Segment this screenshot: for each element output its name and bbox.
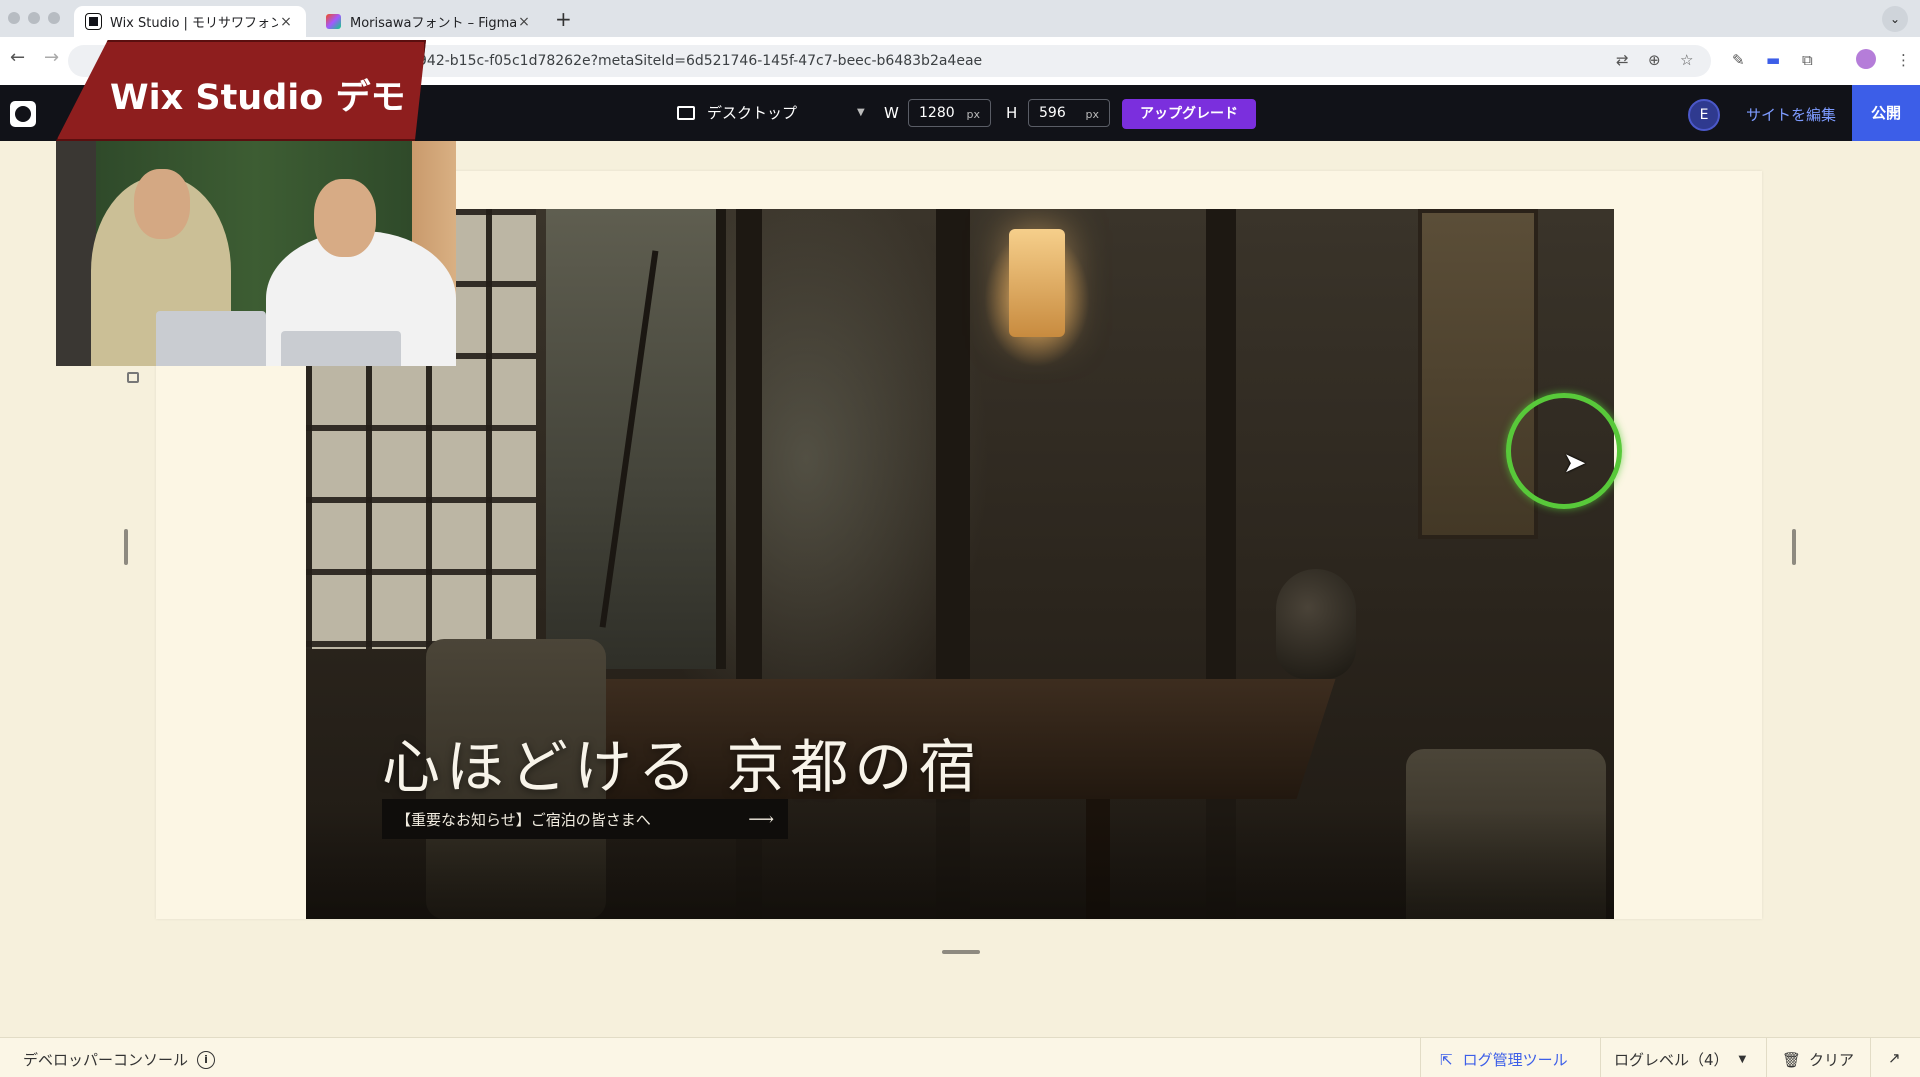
hero-title[interactable]: 心ほどける 京都の宿 [382,720,982,804]
bookmark-star-icon[interactable]: ☆ [1680,51,1693,69]
device-label: デスクトップ [707,104,798,122]
console-title-label: デベロッパーコンソール [23,1051,189,1069]
more-icon[interactable]: ⋮ [1896,51,1911,69]
width-input[interactable]: 1280 px [908,99,991,127]
garden-window-image [546,209,726,669]
trash-icon: 🗑 [1782,1050,1802,1069]
wix-logo-icon[interactable] [10,101,36,127]
puzzle-icon[interactable]: ⧉ [1802,51,1813,69]
width-unit: px [966,108,981,121]
hero-section[interactable]: 心ほどける 京都の宿 【重要なお知らせ】ご宿泊の皆さまへ ⟶ [306,209,1614,919]
device-selector[interactable]: デスクトップ ▼ [677,102,865,123]
demo-banner-title: Wix Studio デモ [110,78,406,118]
section-edit-icon[interactable] [127,372,139,383]
height-input[interactable]: 596 px [1028,99,1110,127]
figma-favicon-icon [326,14,341,29]
window-zoom-control[interactable] [48,12,60,24]
external-link-icon: ⇱ [1440,1050,1453,1069]
chevron-down-icon: ▼ [857,107,865,118]
publish-button[interactable]: 公開 [1852,85,1920,141]
console-title[interactable]: デベロッパーコンソール i [23,1049,216,1070]
vase-image [1276,569,1356,679]
browser-tab-bar: Wix Studio | モリサワフォント × Morisawaフォント – F… [0,0,1920,37]
tab-title: Morisawaフォント – Figma [350,16,516,31]
presenter-right-head [314,179,376,257]
divider [1420,1038,1421,1077]
log-tool-label: ログ管理ツール [1462,1051,1568,1069]
user-avatar[interactable]: E [1688,99,1720,131]
extension-icon[interactable]: ▬ [1766,51,1780,69]
expand-console-icon[interactable]: ↗ [1888,1049,1901,1067]
pen-icon[interactable]: ✎ [1732,51,1745,69]
lantern-image [1009,229,1065,337]
tab-close-icon[interactable]: × [516,14,532,30]
width-value: 1280 [919,105,955,121]
notice-button[interactable]: 【重要なお知らせ】ご宿泊の皆さまへ ⟶ [382,799,788,839]
browser-tab-wix-studio[interactable]: Wix Studio | モリサワフォント × [74,6,306,37]
divider [1600,1038,1601,1077]
chevron-down-icon: ▼ [1738,1054,1747,1065]
address-url[interactable]: 942-b15c-f05c1d78262e?metaSiteId=6d52174… [418,53,982,69]
log-level-label: ログレベル（4） [1614,1051,1729,1069]
clear-label: クリア [1809,1051,1855,1069]
edit-site-button[interactable]: サイトを編集 [1746,104,1836,125]
browser-tab-figma[interactable]: Morisawaフォント – Figma × [314,6,544,37]
translate-icon[interactable]: ⇄ [1616,51,1629,69]
right-resize-handle[interactable] [1792,529,1796,565]
new-tab-button[interactable]: + [555,7,572,31]
mouse-pointer-icon: ➤ [1563,446,1587,479]
laptop-image [281,331,401,366]
log-level-dropdown[interactable]: ログレベル（4） ▼ [1614,1049,1746,1070]
forward-icon[interactable]: → [44,47,59,68]
log-tool-link[interactable]: ⇱ ログ管理ツール [1440,1049,1568,1070]
notice-label: 【重要なお知らせ】ご宿泊の皆さまへ [396,810,651,829]
webcam-video [56,141,456,366]
left-resize-handle[interactable] [124,529,128,565]
height-value: 596 [1039,105,1066,121]
width-label: W [884,104,899,122]
laptop-image [156,311,266,366]
clear-button[interactable]: 🗑 クリア [1782,1049,1854,1070]
window-close-control[interactable] [8,12,20,24]
info-icon[interactable]: i [197,1050,216,1069]
tab-close-icon[interactable]: × [278,14,294,30]
divider [1766,1038,1767,1077]
tab-search-icon[interactable]: ⌄ [1882,6,1908,32]
divider [1870,1038,1871,1077]
window-minimize-control[interactable] [28,12,40,24]
bottom-resize-handle[interactable] [942,950,980,954]
back-icon[interactable]: ← [10,47,25,68]
profile-icon[interactable] [1856,49,1876,69]
desktop-monitor-icon [677,105,695,120]
upgrade-button[interactable]: アップグレード [1122,99,1256,129]
wix-favicon-icon [85,13,102,30]
presenter-left-head [134,169,190,239]
arrow-right-icon: ⟶ [748,808,774,830]
height-label: H [1006,104,1018,122]
tab-title: Wix Studio | モリサワフォント [110,16,278,31]
zoom-icon[interactable]: ⊕ [1648,51,1661,69]
height-unit: px [1085,108,1100,121]
developer-console-bar: デベロッパーコンソール i ⇱ ログ管理ツール ログレベル（4） ▼ 🗑 クリア… [0,1037,1920,1077]
